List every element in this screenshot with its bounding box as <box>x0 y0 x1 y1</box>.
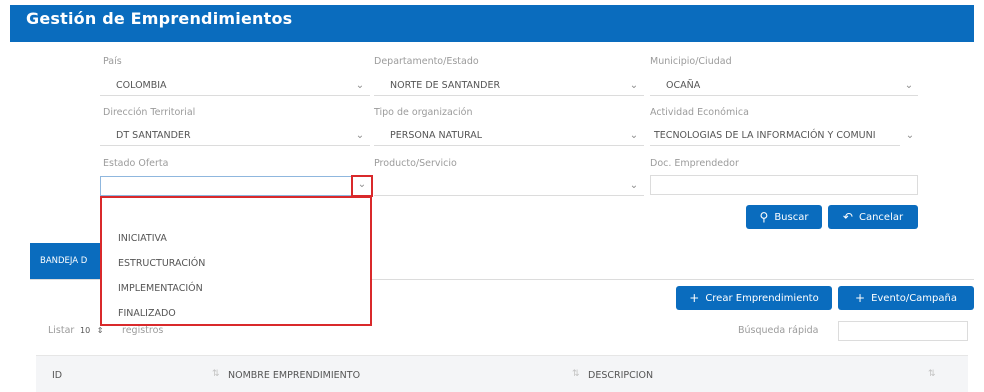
option-finalizado[interactable]: FINALIZADO <box>118 308 176 319</box>
doc-emprendedor-input[interactable] <box>650 175 918 195</box>
pais-value: COLOMBIA <box>116 80 167 91</box>
option-implementacion[interactable]: IMPLEMENTACIÓN <box>118 283 203 294</box>
chevron-down-icon: ⌄ <box>357 179 367 190</box>
crear-emprendimiento-button[interactable]: + Crear Emprendimiento <box>676 286 832 310</box>
page-size-value: 10 <box>80 326 91 335</box>
sort-icon[interactable]: ⇅ <box>572 369 580 379</box>
column-nombre[interactable]: NOMBRE EMPRENDIMIENTO <box>228 370 360 381</box>
actividad-label: Actividad Económica <box>650 107 749 118</box>
chevron-down-icon[interactable]: ⌄ <box>353 126 367 146</box>
updown-icon: ⇕ <box>96 326 104 335</box>
chevron-down-icon[interactable]: ⌄ <box>902 76 916 96</box>
buscar-button[interactable]: ⚲ Buscar <box>746 205 822 229</box>
crear-label: Crear Emprendimiento <box>705 292 819 304</box>
registros-label: registros <box>122 325 164 336</box>
estado-oferta-dropdown: INICIATIVA ESTRUCTURACIÓN IMPLEMENTACIÓN… <box>100 196 372 326</box>
sort-icon[interactable]: ⇅ <box>928 369 936 379</box>
municipio-label: Municipio/Ciudad <box>650 56 732 67</box>
evento-label: Evento/Campaña <box>871 292 957 304</box>
buscar-label: Buscar <box>774 211 809 223</box>
tipo-org-label: Tipo de organización <box>374 107 473 118</box>
actividad-value: TECNOLOGIAS DE LA INFORMACIÓN Y COMUNI <box>654 130 876 141</box>
municipio-value: OCAÑA <box>666 80 701 91</box>
page-title: Gestión de Emprendimientos <box>26 9 293 28</box>
estado-oferta-label: Estado Oferta <box>103 158 169 169</box>
tipo-org-select[interactable]: PERSONA NATURAL <box>374 126 644 146</box>
quick-search-input[interactable] <box>838 321 968 341</box>
chevron-down-icon[interactable]: ⌄ <box>627 76 641 96</box>
table-header-row <box>36 355 968 392</box>
producto-select[interactable] <box>374 176 644 196</box>
direccion-label: Dirección Territorial <box>103 107 196 118</box>
option-iniciativa[interactable]: INICIATIVA <box>118 233 167 244</box>
page-size-select[interactable]: 10 ⇕ <box>80 326 103 335</box>
search-icon: ⚲ <box>759 210 769 224</box>
estado-oferta-select[interactable] <box>100 176 352 196</box>
chevron-down-icon[interactable]: ⌄ <box>627 176 641 196</box>
sort-icon[interactable]: ⇅ <box>212 369 220 379</box>
departamento-label: Departamento/Estado <box>374 56 479 67</box>
undo-arrow-icon: ↶ <box>842 210 853 224</box>
departamento-value: NORTE DE SANTANDER <box>390 80 501 91</box>
estado-oferta-toggle[interactable]: ⌄ <box>351 175 373 197</box>
producto-label: Producto/Servicio <box>374 158 457 169</box>
departamento-select[interactable]: NORTE DE SANTANDER <box>374 76 644 96</box>
column-id[interactable]: ID <box>52 370 62 381</box>
cancelar-button[interactable]: ↶ Cancelar <box>828 205 918 229</box>
direccion-value: DT SANTANDER <box>116 130 191 141</box>
chevron-down-icon[interactable]: ⌄ <box>353 76 367 96</box>
direccion-select[interactable]: DT SANTANDER <box>100 126 370 146</box>
tipo-org-value: PERSONA NATURAL <box>390 130 483 141</box>
pais-label: País <box>103 56 122 67</box>
plus-icon: + <box>855 291 866 305</box>
doc-label: Doc. Emprendedor <box>650 158 739 169</box>
tab-bandeja-label: BANDEJA D <box>40 256 88 266</box>
option-estructuracion[interactable]: ESTRUCTURACIÓN <box>118 258 205 269</box>
chevron-down-icon[interactable]: ⌄ <box>627 126 641 146</box>
listar-label: Listar <box>48 325 75 336</box>
chevron-down-icon[interactable]: ⌄ <box>903 126 917 146</box>
search-label: Búsqueda rápida <box>738 325 819 336</box>
column-descripcion[interactable]: DESCRIPCION <box>588 370 653 381</box>
municipio-select[interactable]: OCAÑA <box>650 76 918 96</box>
pais-select[interactable]: COLOMBIA <box>100 76 370 96</box>
plus-icon: + <box>689 291 700 305</box>
evento-campana-button[interactable]: + Evento/Campaña <box>838 286 974 310</box>
actividad-select[interactable]: TECNOLOGIAS DE LA INFORMACIÓN Y COMUNI <box>650 126 900 146</box>
cancelar-label: Cancelar <box>858 211 904 223</box>
